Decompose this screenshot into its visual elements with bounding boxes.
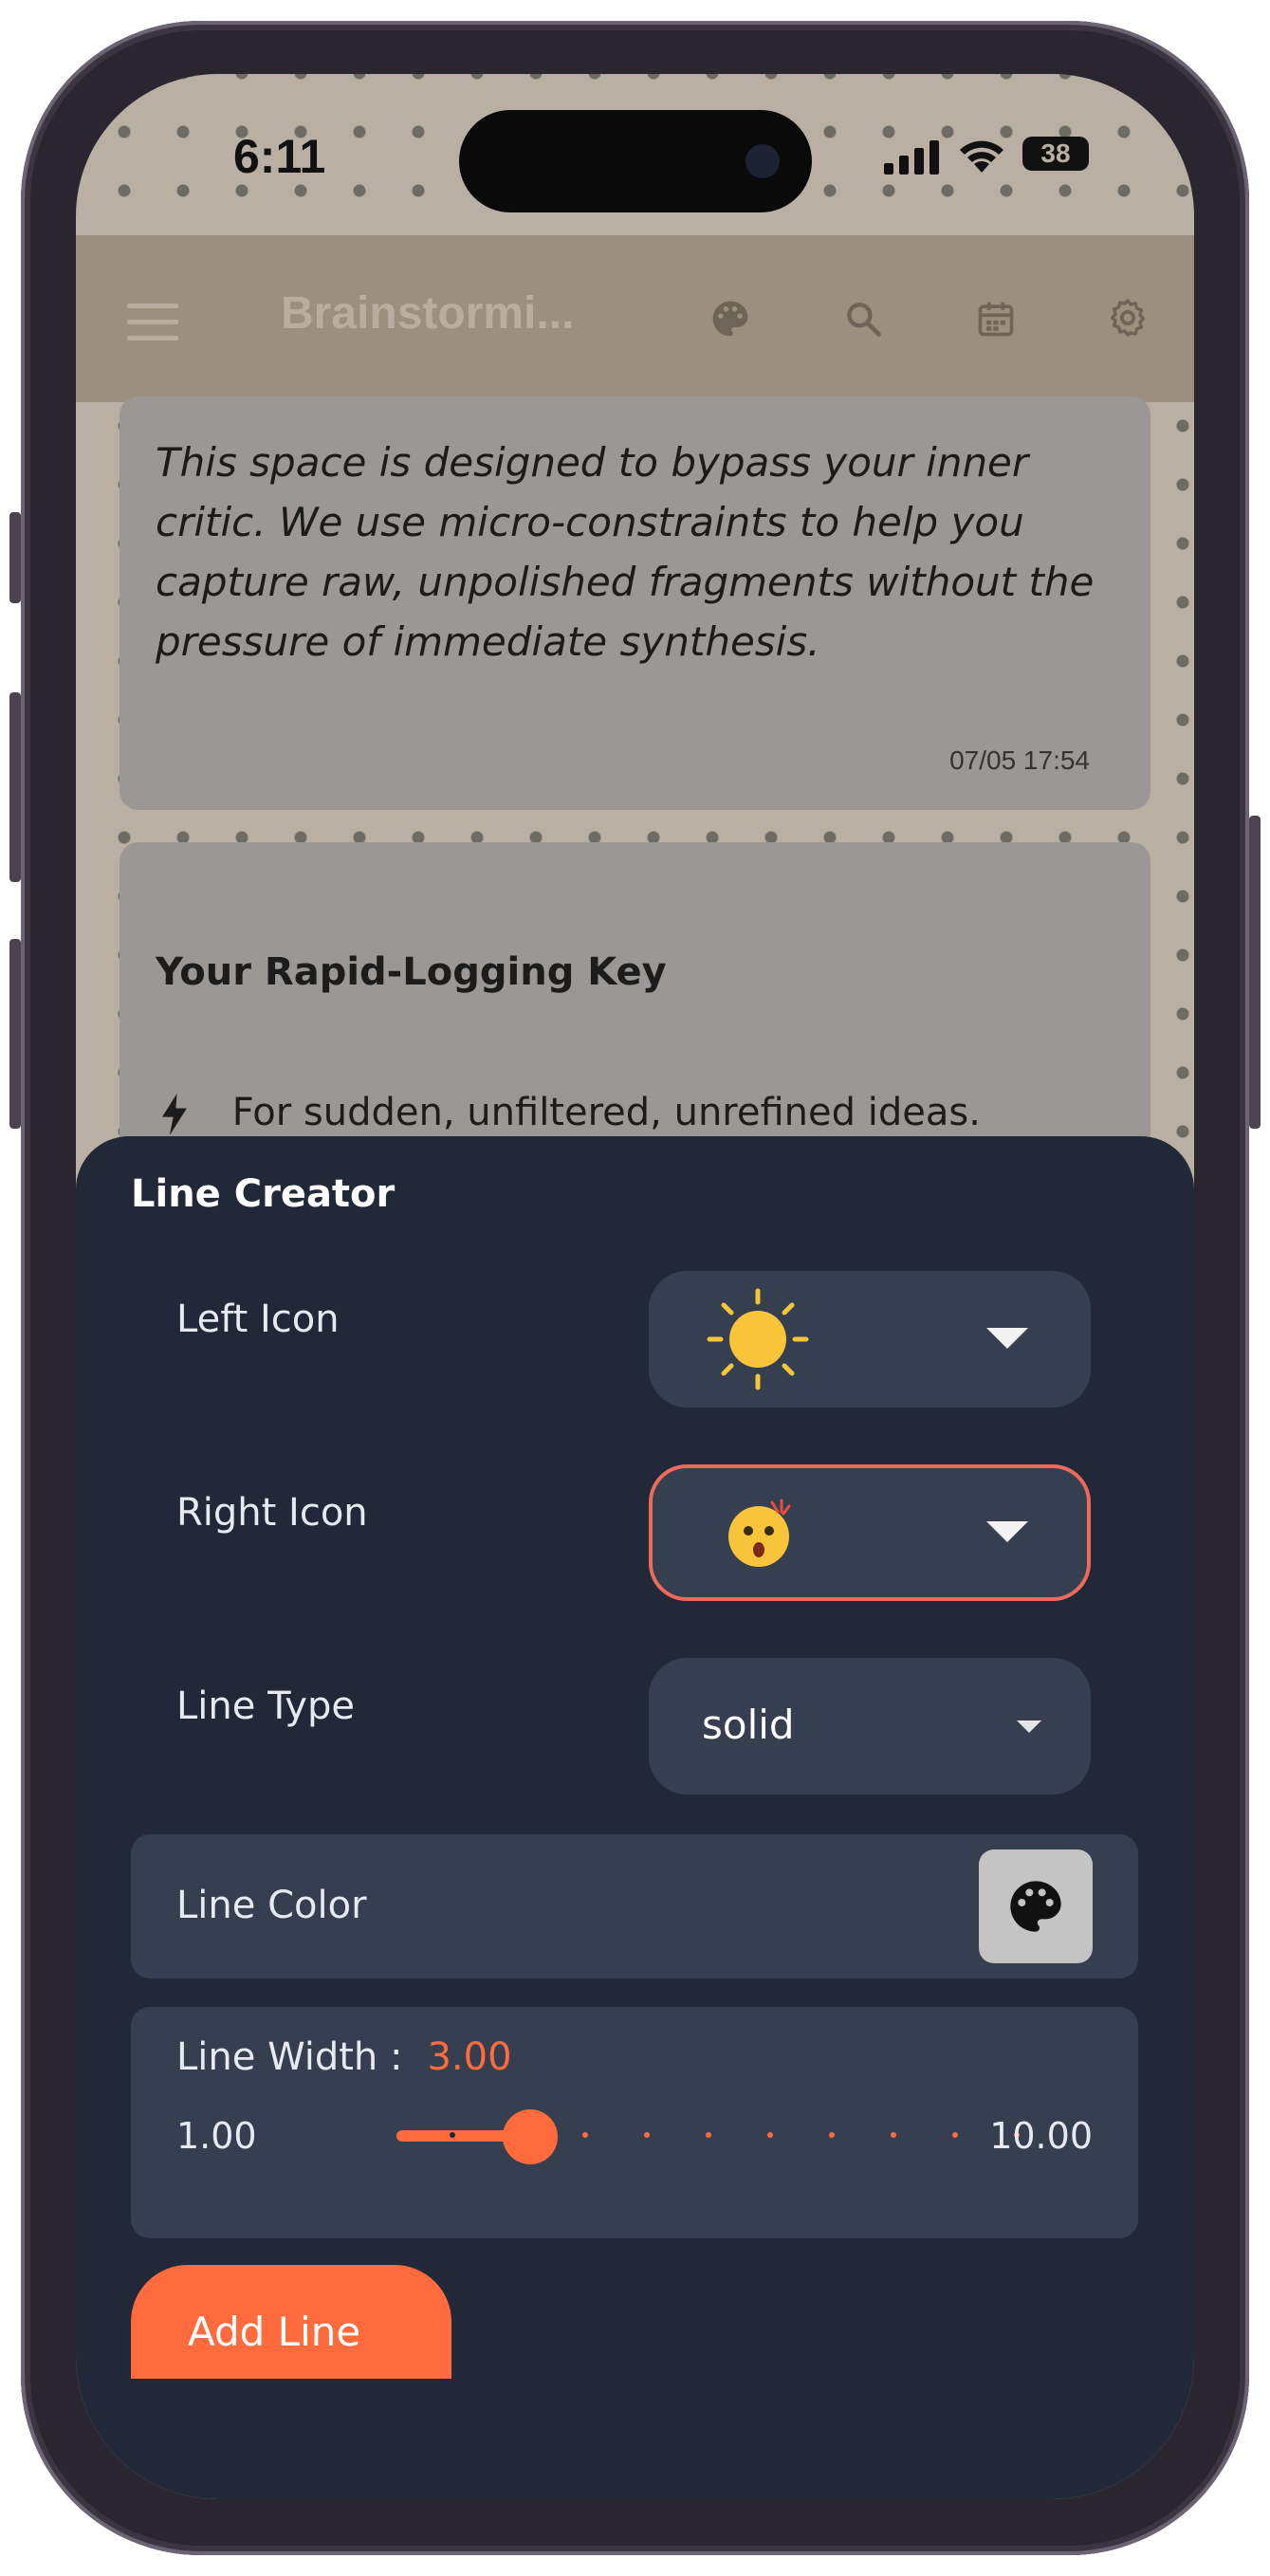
wifi-icon <box>960 140 1003 173</box>
calendar-icon[interactable] <box>975 298 1017 340</box>
front-camera <box>745 144 780 178</box>
sheet-title: Line Creator <box>131 1172 396 1216</box>
app-title: Brainstormi... <box>281 288 575 339</box>
key-item-label: For sudden, unfiltered, unrefined ideas. <box>231 1091 981 1134</box>
slider-tick <box>952 2132 958 2138</box>
note-body: This space is designed to bypass your in… <box>156 439 1095 665</box>
add-line-button[interactable]: Add Line <box>131 2265 451 2379</box>
slider-tick <box>706 2132 711 2138</box>
chevron-down-icon <box>1017 1720 1041 1733</box>
chevron-down-icon <box>986 1521 1028 1542</box>
note-heading: Your Rapid-Logging Key <box>156 950 667 994</box>
volume-up-button <box>9 692 21 882</box>
line-type-label: Line Type <box>176 1684 355 1728</box>
note-timestamp: 07/05 17:54 <box>949 745 1090 775</box>
line-width-panel: Line Width :3.00 1.00 10.00 <box>131 2007 1138 2238</box>
slider-tick <box>891 2132 896 2138</box>
power-button <box>1249 816 1261 1129</box>
slider-max-label: 10.00 <box>989 2115 1093 2157</box>
action-button <box>9 512 21 603</box>
slider-tick <box>582 2132 588 2138</box>
slider-tick <box>644 2132 650 2138</box>
status-bar: 6:11 38 <box>76 74 1194 235</box>
palette-icon <box>1010 1881 1061 1932</box>
line-color-panel: Line Color <box>131 1834 1138 1978</box>
left-icon-dropdown[interactable] <box>649 1271 1091 1408</box>
chevron-down-icon <box>986 1328 1028 1349</box>
app-bar: Brainstormi... <box>76 235 1194 402</box>
volume-down-button <box>9 939 21 1129</box>
slider-tick <box>767 2132 773 2138</box>
line-type-value: solid <box>702 1702 795 1748</box>
line-color-label: Line Color <box>176 1884 367 1927</box>
left-icon-label: Left Icon <box>176 1297 340 1341</box>
slider-tick <box>450 2132 455 2138</box>
surprised-face-icon <box>728 1499 791 1567</box>
slider-thumb[interactable] <box>503 2109 558 2164</box>
right-icon-label: Right Icon <box>176 1491 368 1535</box>
line-type-dropdown[interactable]: solid <box>649 1658 1091 1794</box>
color-picker-button[interactable] <box>979 1849 1093 1963</box>
palette-icon[interactable] <box>709 298 751 340</box>
battery-indicator: 38 <box>1022 137 1089 171</box>
dynamic-island <box>459 110 812 212</box>
search-icon[interactable] <box>842 298 884 340</box>
status-time: 6:11 <box>233 130 326 183</box>
line-width-slider[interactable] <box>131 2007 1138 2238</box>
line-creator-sheet: Line Creator Left Icon Right Icon Line T… <box>76 1136 1194 2499</box>
settings-icon[interactable] <box>1106 296 1150 340</box>
screen: 6:11 38 Brainstormi... This space is des… <box>76 74 1194 2499</box>
right-icon-dropdown[interactable] <box>649 1464 1091 1601</box>
note-card-intro[interactable]: This space is designed to bypass your in… <box>120 396 1150 810</box>
slider-tick <box>829 2132 835 2138</box>
sun-icon <box>707 1288 809 1390</box>
key-item: For sudden, unfiltered, unrefined ideas. <box>156 1091 981 1135</box>
menu-icon[interactable] <box>127 304 178 340</box>
add-line-label: Add Line <box>188 2309 361 2355</box>
signal-icon <box>884 140 945 175</box>
bolt-icon <box>162 1094 187 1135</box>
